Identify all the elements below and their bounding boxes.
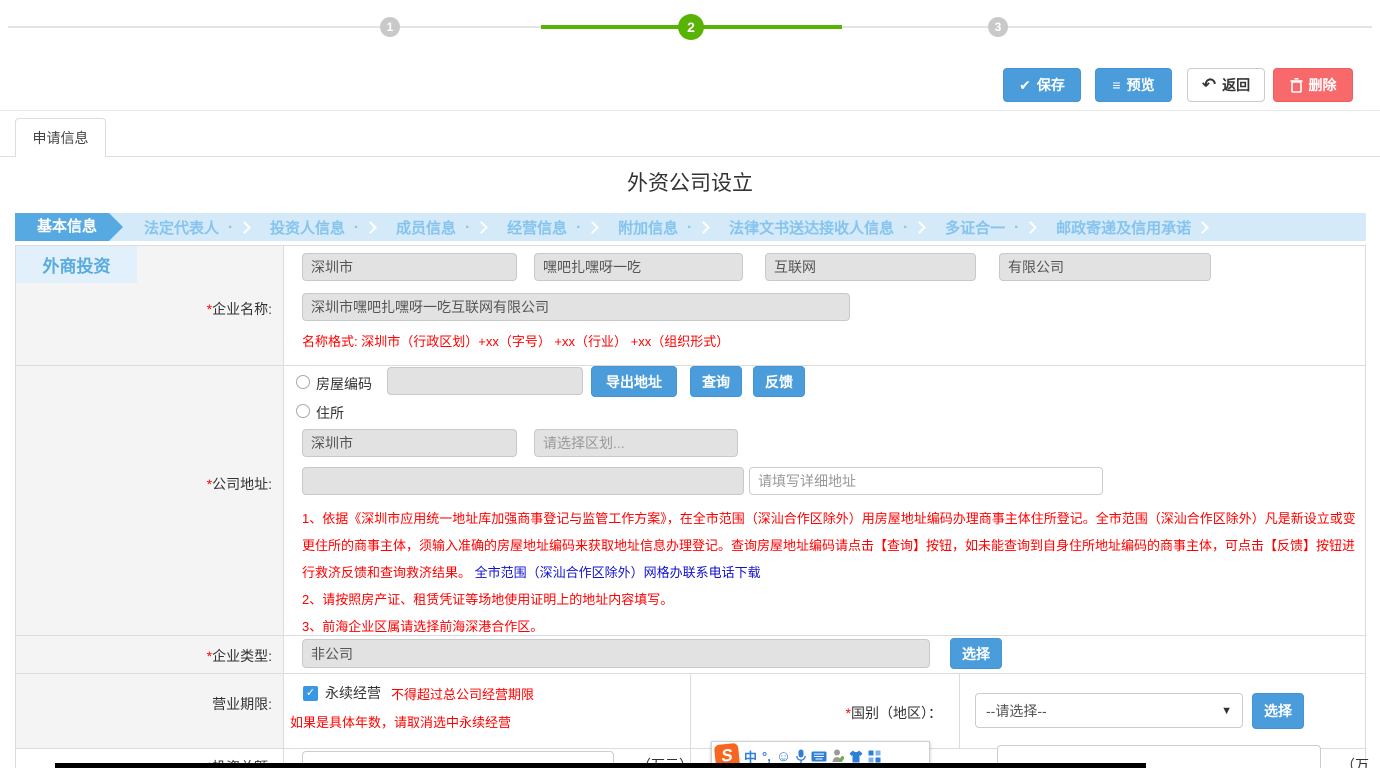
country-select[interactable]: --请选择-- ▼ [975,693,1243,728]
step-2-active: 2 [678,14,704,40]
nav-tab-postal-credit[interactable]: 邮政寄递及信用承诺 [1056,217,1191,238]
nav-tab-additional-info[interactable]: 附加信息 [618,217,678,238]
name-part-city-input[interactable] [302,253,517,281]
full-company-name-input[interactable] [302,293,850,321]
section-nav: 基本信息 法定代表人 · 投资人信息 · 成员信息 · 经营信息 · 附加信息 … [15,213,1366,241]
company-type-label: *企业类型: [100,646,272,666]
chevron-right-icon [475,221,488,234]
back-arrow-icon: ↶ [1202,75,1216,95]
chevron-right-icon [1024,221,1037,234]
foreign-investment-badge: 外商投资 [16,246,137,283]
address-notes: 1、依据《深圳市应用统一地址库加强商事登记与监管工作方案》，在全市范围（深汕合作… [302,505,1362,640]
company-type-input[interactable] [302,639,930,668]
name-format-note: 名称格式: 深圳市（行政区划）+xx（字号） +xx（行业） +xx（组织形式） [302,331,729,350]
address-note-1: 1、依据《深圳市应用统一地址库加强商事登记与监管工作方案》，在全市范围（深汕合作… [302,505,1362,586]
step-1: 1 [380,17,400,37]
nav-tab-member-info[interactable]: 成员信息 [396,217,456,238]
emoji-icon[interactable]: ☺ [776,748,791,765]
delete-button[interactable]: 删除 [1273,68,1353,102]
user-settings-icon[interactable] [832,749,844,763]
keyboard-icon[interactable] [811,751,827,762]
address-note-3: 3、前海企业区属请选择前海深港合作区。 [302,613,1362,640]
nav-tab-multi-certificate[interactable]: 多证合一 [945,217,1005,238]
name-part-orgform-input[interactable] [999,253,1211,281]
house-code-radio[interactable] [296,375,310,389]
nav-tab-legal-document-recipient[interactable]: 法律文书送达接收人信息 [729,217,894,238]
nav-tab-legal-representative[interactable]: 法定代表人 [144,217,219,238]
nav-tab-investor-info[interactable]: 投资人信息 [270,217,345,238]
chevron-right-icon [238,221,251,234]
skin-shirt-icon[interactable] [849,750,863,763]
tab-divider [0,156,1380,157]
chevron-right-icon [586,221,599,234]
address-prefix-input[interactable] [302,467,744,495]
company-name-label: *企业名称: [100,299,272,319]
query-button[interactable]: 查询 [690,366,742,397]
address-note-2: 2、请按照房产证、租赁凭证等场地使用证明上的地址内容填写。 [302,586,1362,613]
grid-office-phone-link[interactable]: 全市范围（深汕合作区除外）网格办联系电话下载 [475,565,761,580]
nav-tab-business-info[interactable]: 经营信息 [507,217,567,238]
house-code-radio-label: 房屋编码 [316,374,372,394]
step-3: 3 [988,17,1008,37]
trash-icon [1290,78,1303,93]
company-address-label: *公司地址: [100,474,272,494]
nav-tab-basic-info[interactable]: 基本信息 [15,213,123,241]
house-code-input[interactable] [387,367,583,395]
microphone-icon[interactable] [796,749,806,764]
chevron-right-icon [913,221,926,234]
district-select-input[interactable] [534,429,738,457]
name-part-brand-input[interactable] [534,253,743,281]
residence-radio[interactable] [296,404,310,418]
check-icon: ✔ [1019,77,1031,94]
term-below-warning: 如果是具体年数，请取消选中永续经营 [290,712,511,731]
preview-button[interactable]: ≡预览 [1095,68,1172,102]
dropdown-arrow-icon: ▼ [1221,705,1232,717]
address-city-input[interactable] [302,429,517,457]
page: 1 2 3 ✔保存 ≡预览 ↶返回 删除 申请信息 外资公司设立 基本信息 法定… [0,0,1380,768]
chevron-right-icon [364,221,377,234]
tab-application-info[interactable]: 申请信息 [15,118,106,157]
capital-unit: （万元） [1341,755,1380,768]
page-title: 外资公司设立 [0,167,1380,197]
export-address-button[interactable]: 导出地址 [591,366,677,397]
address-detail-input[interactable] [749,467,1103,495]
punctuation-icon[interactable]: °, [762,749,771,764]
company-type-select-button[interactable]: 选择 [950,638,1002,669]
business-term-label: 营业期限: [100,694,272,714]
term-inline-warning: 不得超过总公司经营期限 [391,684,534,703]
residence-radio-label: 住所 [316,403,344,423]
chevron-right-icon [697,221,710,234]
business-term-row: ✓ 永续经营 不得超过总公司经营期限 [303,683,534,703]
toolbox-grid-icon[interactable] [868,750,881,763]
country-label: *国别（地区）： [770,703,942,723]
perpetual-operation-label: 永续经营 [325,683,381,703]
chevron-right-icon [1196,221,1209,234]
country-select-button[interactable]: 选择 [1252,693,1304,729]
back-button[interactable]: ↶返回 [1187,68,1265,102]
save-button[interactable]: ✔保存 [1003,68,1081,102]
toolbar-divider [0,110,1380,111]
perpetual-operation-checkbox[interactable]: ✓ [303,686,318,701]
list-icon: ≡ [1112,77,1120,93]
bottom-black-bar [55,763,1146,768]
name-part-industry-input[interactable] [765,253,976,281]
feedback-button[interactable]: 反馈 [753,366,805,397]
